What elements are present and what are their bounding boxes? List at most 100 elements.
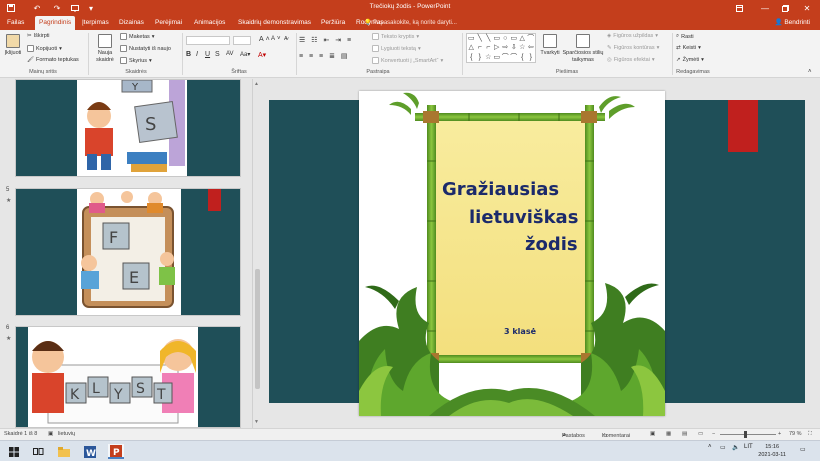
shape-option[interactable]: △ xyxy=(469,44,474,51)
file-explorer-icon[interactable] xyxy=(56,444,72,459)
select-button[interactable]: ➚ Žymėti ▾ xyxy=(676,57,704,63)
shape-option[interactable]: ▭ xyxy=(493,54,500,61)
slide-thumbnail-4[interactable]: Y S xyxy=(15,79,241,177)
windows-start-icon[interactable] xyxy=(6,444,22,459)
slide-title-line-2[interactable]: lietuviškas xyxy=(469,207,578,228)
font-size-input[interactable] xyxy=(233,36,251,45)
copy-button[interactable]: Kopijuoti ▾ xyxy=(27,45,62,52)
tab-perejimai[interactable]: Perėjimai xyxy=(151,16,186,30)
shape-option[interactable]: ▭ xyxy=(468,35,475,42)
smartart-button[interactable]: Konvertuoti į „SmartArt“ ▾ xyxy=(372,57,443,64)
change-case-icon[interactable]: Aa▾ xyxy=(240,51,250,58)
tab-pagrindinis[interactable]: Pagrindinis xyxy=(35,16,76,30)
slide-thumbnail-6[interactable]: K L Y S T xyxy=(15,326,241,428)
shape-option[interactable]: ⌒ xyxy=(527,35,534,42)
fit-slide-icon[interactable]: ⛶ xyxy=(808,431,812,438)
shape-option[interactable]: ☆ xyxy=(485,54,491,61)
scroll-down-icon[interactable]: ▼ xyxy=(254,419,259,425)
tray-up-icon[interactable]: ˄ xyxy=(708,444,712,450)
cut-button[interactable]: ✂ Iškirpti xyxy=(27,33,50,39)
notifications-icon[interactable]: ▭ xyxy=(800,446,806,453)
shrink-font-button[interactable]: A ˅ xyxy=(271,36,281,42)
font-color-icon[interactable]: A▾ xyxy=(258,51,266,59)
shapes-gallery[interactable]: ▭ ╲ ╲ ▭ ○ ▭ △ ⌒ △ ⌐ ⌐ ▷ ⇨ ⇩ ☆ ⇦ { } ☆ ▭ … xyxy=(466,33,536,63)
slide-title-line-3[interactable]: žodis xyxy=(525,234,578,255)
shape-option[interactable]: ☆ xyxy=(519,44,525,51)
tab-animacijos[interactable]: Animacijos xyxy=(190,16,229,30)
word-icon[interactable]: W xyxy=(82,444,98,459)
scroll-up-icon[interactable]: ▲ xyxy=(254,81,259,87)
font-name-input[interactable] xyxy=(186,36,230,45)
slideshow-icon[interactable]: ▭ xyxy=(698,431,703,437)
reading-view-icon[interactable]: ▤ xyxy=(682,431,687,437)
proofing-icon[interactable]: ▣ xyxy=(48,431,53,437)
powerpoint-icon[interactable]: P xyxy=(108,444,124,459)
shape-option[interactable]: { xyxy=(470,54,472,61)
language-indicator[interactable]: LIT xyxy=(744,444,753,450)
new-slide-button[interactable]: Nauja skaidrė xyxy=(91,34,119,63)
shape-option[interactable]: ▭ xyxy=(510,35,517,42)
spacing-icon[interactable]: AV xyxy=(226,51,234,57)
network-icon[interactable]: ▭ xyxy=(720,444,726,451)
slide-sorter-icon[interactable]: ▦ xyxy=(666,431,671,437)
shape-option[interactable]: ╲ xyxy=(478,35,482,42)
reset-button[interactable]: Nustatyti iš naujo xyxy=(120,45,171,52)
tab-failas[interactable]: Failas xyxy=(3,16,28,30)
tell-me-box[interactable]: 💡 Papasakokite, ką norite daryti... xyxy=(364,16,457,30)
tab-perziura[interactable]: Peržiūra xyxy=(317,16,349,30)
slide-thumbnail-pane[interactable]: Y S 5 ★ F E 6 ★ K L Y S T xyxy=(0,79,252,428)
volume-icon[interactable]: 🔈 xyxy=(732,444,739,451)
shape-option[interactable]: ╲ xyxy=(486,35,490,42)
align-text-button[interactable]: Lygiuoti tekstą ▾ xyxy=(372,45,421,52)
shape-option[interactable]: } xyxy=(479,54,481,61)
shape-option[interactable]: ⇨ xyxy=(502,44,508,51)
shape-option[interactable]: △ xyxy=(520,35,525,42)
format-painter-button[interactable]: 🖌 Formato teptukas xyxy=(27,57,79,63)
underline-button[interactable]: U xyxy=(205,51,210,58)
tab-iterpimas[interactable]: Įterpimas xyxy=(78,16,113,30)
shape-option[interactable]: ⌒ xyxy=(502,54,509,61)
slide-title-line-1[interactable]: Gražiausias xyxy=(442,179,559,200)
zoom-in-icon[interactable]: + xyxy=(778,431,781,437)
shadow-button[interactable]: S xyxy=(215,51,220,58)
layout-button[interactable]: Maketas ▾ xyxy=(120,33,155,40)
shape-option[interactable]: { xyxy=(521,54,523,61)
section-button[interactable]: Skyrius ▾ xyxy=(120,57,152,64)
slide-thumbnail-5[interactable]: F E xyxy=(15,188,241,316)
replace-button[interactable]: ⇄ Keisti ▾ xyxy=(676,45,701,51)
zoom-level[interactable]: 79 % xyxy=(789,431,802,437)
bold-button[interactable]: B xyxy=(186,51,191,58)
text-direction-button[interactable]: Teksto kryptis ▾ xyxy=(372,33,419,40)
list-buttons-icon[interactable]: ☰ ☷ ⇤ ⇥ ≡ xyxy=(299,36,353,44)
paste-button[interactable]: Įklijuoti xyxy=(2,34,24,57)
zoom-slider-thumb[interactable] xyxy=(744,431,747,438)
shape-option[interactable]: ⇦ xyxy=(528,44,534,51)
thumbnail-scrollbar[interactable]: ▲ ▼ xyxy=(252,79,261,428)
find-button[interactable]: ⌕ Rasti xyxy=(676,33,694,40)
clock[interactable]: 15:16 2021-03-11 xyxy=(758,443,786,459)
clear-format-icon[interactable]: A̷ xyxy=(284,36,288,42)
arrange-button[interactable]: Tvarkyti xyxy=(539,34,561,57)
tab-skaidriu-demonstravimas[interactable]: Skaidrių demonstravimas xyxy=(234,16,315,30)
grow-font-button[interactable]: A ˄ xyxy=(259,36,270,43)
shape-fill-button[interactable]: ◈ Figūros užpildas ▾ xyxy=(607,33,658,39)
normal-view-icon[interactable]: ▣ xyxy=(650,431,655,437)
tab-dizainas[interactable]: Dizainas xyxy=(115,16,148,30)
shape-option[interactable]: ⌐ xyxy=(478,44,482,51)
scrollbar-thumb[interactable] xyxy=(255,269,260,389)
shape-option[interactable]: ▭ xyxy=(493,35,500,42)
main-slide[interactable]: Gražiausias lietuviškas žodis 3 klasė xyxy=(359,91,665,416)
shape-option[interactable]: ○ xyxy=(503,35,507,42)
collapse-ribbon-icon[interactable]: ˄ xyxy=(808,69,812,75)
language-indicator[interactable]: lietuvių xyxy=(58,431,75,437)
shape-option[interactable]: ⌒ xyxy=(510,54,517,61)
zoom-out-icon[interactable]: − xyxy=(712,431,715,437)
slide-subtitle[interactable]: 3 klasė xyxy=(504,327,536,336)
ribbon-display-icon[interactable] xyxy=(726,0,752,16)
shape-effects-button[interactable]: ◎ Figūros efektai ▾ xyxy=(607,57,655,63)
zoom-slider-track[interactable] xyxy=(720,434,776,435)
shape-outline-button[interactable]: ✎ Figūros kontūras ▾ xyxy=(607,45,659,51)
shape-option[interactable]: ⌐ xyxy=(486,44,490,51)
shape-option[interactable]: } xyxy=(530,54,532,61)
italic-button[interactable]: I xyxy=(196,51,198,58)
